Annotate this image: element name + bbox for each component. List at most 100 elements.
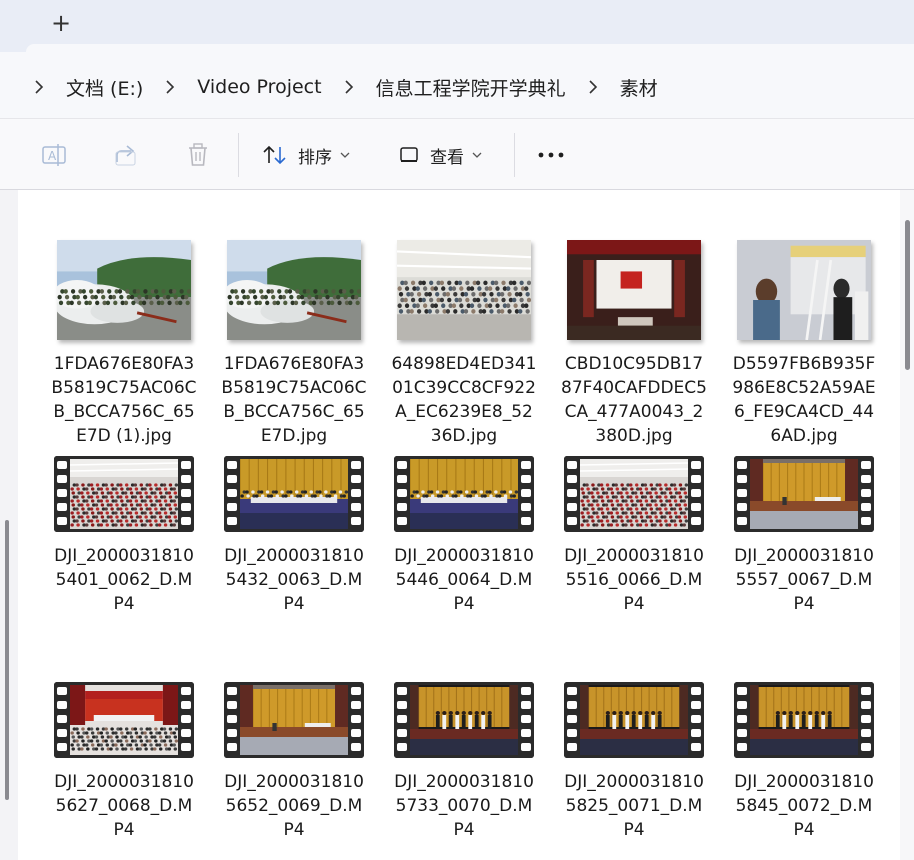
sort-label: 排序 [298, 147, 332, 168]
file-item[interactable]: D5597FB6B935F986E8C52A59AE6_FE9CA4CD_446… [725, 240, 883, 448]
tab-strip: + [0, 0, 914, 52]
image-thumbnail [57, 240, 191, 340]
image-thumbnail [227, 240, 361, 340]
view-icon [400, 147, 418, 162]
toolbar-divider [514, 133, 515, 177]
file-name: DJI_20000318105516_0066_D.MP4 [564, 546, 704, 614]
sort-icon [263, 145, 286, 165]
file-item[interactable]: DJI_20000318105652_0069_D.MP4 [215, 682, 373, 842]
filmstrip-icon [178, 682, 194, 758]
filmstrip-icon [858, 682, 874, 758]
file-item[interactable]: 64898ED4ED34101C39CC8CF922A_EC6239E8_523… [385, 240, 543, 448]
breadcrumb-item-drive[interactable]: 文档 (E:) [56, 74, 153, 101]
sort-button[interactable]: 排序 [262, 139, 350, 171]
file-name: 64898ED4ED34101C39CC8CF922A_EC6239E8_523… [391, 354, 537, 446]
chevron-right-icon[interactable] [332, 80, 366, 94]
video-thumbnail [54, 456, 194, 532]
filmstrip-icon [734, 682, 750, 758]
file-item[interactable]: DJI_20000318105733_0070_D.MP4 [385, 682, 543, 842]
video-thumbnail [394, 456, 534, 532]
command-bar: A 排序 查看 [0, 118, 914, 190]
file-name: 1FDA676E80FA3B5819C75AC06CB_BCCA756C_65E… [221, 354, 367, 446]
file-item[interactable]: DJI_20000318105825_0071_D.MP4 [555, 682, 713, 842]
video-thumbnail [394, 682, 534, 758]
filmstrip-icon [348, 456, 364, 532]
vertical-scrollbar[interactable] [900, 190, 914, 860]
filmstrip-icon [518, 456, 534, 532]
breadcrumb-item-video-project[interactable]: Video Project [187, 76, 331, 98]
filmstrip-icon [224, 456, 240, 532]
video-thumbnail [224, 456, 364, 532]
delete-icon[interactable] [184, 141, 212, 169]
file-item[interactable]: DJI_20000318105557_0067_D.MP4 [725, 456, 883, 616]
file-name: DJI_20000318105401_0062_D.MP4 [54, 546, 194, 614]
filmstrip-icon [348, 682, 364, 758]
filmstrip-icon [394, 456, 410, 532]
file-item[interactable]: 1FDA676E80FA3B5819C75AC06CB_BCCA756C_65E… [215, 240, 373, 448]
nav-pane-scrollbar[interactable] [5, 520, 9, 800]
image-thumbnail [567, 240, 701, 340]
file-item[interactable]: DJI_20000318105627_0068_D.MP4 [45, 682, 203, 842]
toolbar-divider [238, 133, 239, 177]
breadcrumb-item-current[interactable]: 素材 [610, 74, 668, 101]
file-name: DJI_20000318105825_0071_D.MP4 [564, 772, 704, 840]
video-thumbnail [734, 456, 874, 532]
filmstrip-icon [54, 456, 70, 532]
video-thumbnail [734, 682, 874, 758]
video-thumbnail [54, 682, 194, 758]
file-item[interactable]: DJI_20000318105432_0063_D.MP4 [215, 456, 373, 616]
rename-icon[interactable]: A [40, 141, 68, 169]
file-name: DJI_20000318105446_0064_D.MP4 [394, 546, 534, 614]
filmstrip-icon [178, 456, 194, 532]
view-label: 查看 [430, 147, 464, 168]
filmstrip-icon [688, 682, 704, 758]
chevron-down-icon [472, 152, 482, 158]
nav-pane-edge [0, 190, 18, 860]
file-name: DJI_20000318105557_0067_D.MP4 [734, 546, 874, 614]
filmstrip-icon [564, 456, 580, 532]
filmstrip-icon [858, 456, 874, 532]
file-name: DJI_20000318105733_0070_D.MP4 [394, 772, 534, 840]
file-name: D5597FB6B935F986E8C52A59AE6_FE9CA4CD_446… [732, 354, 876, 446]
filmstrip-icon [394, 682, 410, 758]
chevron-right-icon[interactable] [153, 80, 187, 94]
video-thumbnail [224, 682, 364, 758]
file-name: CBD10C95DB1787F40CAFDDEC5CA_477A0043_238… [561, 354, 707, 446]
more-icon [538, 152, 564, 158]
file-name: 1FDA676E80FA3B5819C75AC06CB_BCCA756C_65E… [51, 354, 197, 446]
tab-strip-edge [0, 0, 26, 46]
file-name: DJI_20000318105845_0072_D.MP4 [734, 772, 874, 840]
filmstrip-icon [224, 682, 240, 758]
breadcrumb-item-ceremony[interactable]: 信息工程学院开学典礼 [366, 74, 576, 101]
image-thumbnail [397, 240, 531, 340]
file-item[interactable]: DJI_20000318105516_0066_D.MP4 [555, 456, 713, 616]
file-item[interactable]: DJI_20000318105401_0062_D.MP4 [45, 456, 203, 616]
file-item[interactable]: 1FDA676E80FA3B5819C75AC06CB_BCCA756C_65E… [45, 240, 203, 448]
file-item[interactable]: DJI_20000318105446_0064_D.MP4 [385, 456, 543, 616]
filmstrip-icon [54, 682, 70, 758]
svg-text:A: A [48, 149, 57, 163]
breadcrumb: 文档 (E:) Video Project 信息工程学院开学典礼 素材 [22, 70, 668, 104]
chevron-right-icon[interactable] [22, 80, 56, 94]
new-tab-button[interactable]: + [46, 8, 76, 38]
file-name: DJI_20000318105432_0063_D.MP4 [224, 546, 364, 614]
share-icon[interactable] [112, 141, 140, 169]
filmstrip-icon [564, 682, 580, 758]
video-thumbnail [564, 456, 704, 532]
file-item[interactable]: CBD10C95DB1787F40CAFDDEC5CA_477A0043_238… [555, 240, 713, 448]
view-button[interactable]: 查看 [398, 139, 482, 171]
filmstrip-icon [734, 456, 750, 532]
video-thumbnail [564, 682, 704, 758]
file-name: DJI_20000318105627_0068_D.MP4 [54, 772, 194, 840]
file-grid: 1FDA676E80FA3B5819C75AC06CB_BCCA756C_65E… [0, 190, 914, 860]
more-options-button[interactable] [534, 141, 568, 169]
scrollbar-thumb[interactable] [905, 220, 910, 370]
file-item[interactable]: DJI_20000318105845_0072_D.MP4 [725, 682, 883, 842]
chevron-down-icon [340, 152, 350, 158]
chevron-right-icon[interactable] [576, 80, 610, 94]
image-thumbnail [737, 240, 871, 340]
file-name: DJI_20000318105652_0069_D.MP4 [224, 772, 364, 840]
address-bar[interactable]: 文档 (E:) Video Project 信息工程学院开学典礼 素材 [0, 52, 914, 118]
filmstrip-icon [518, 682, 534, 758]
filmstrip-icon [688, 456, 704, 532]
